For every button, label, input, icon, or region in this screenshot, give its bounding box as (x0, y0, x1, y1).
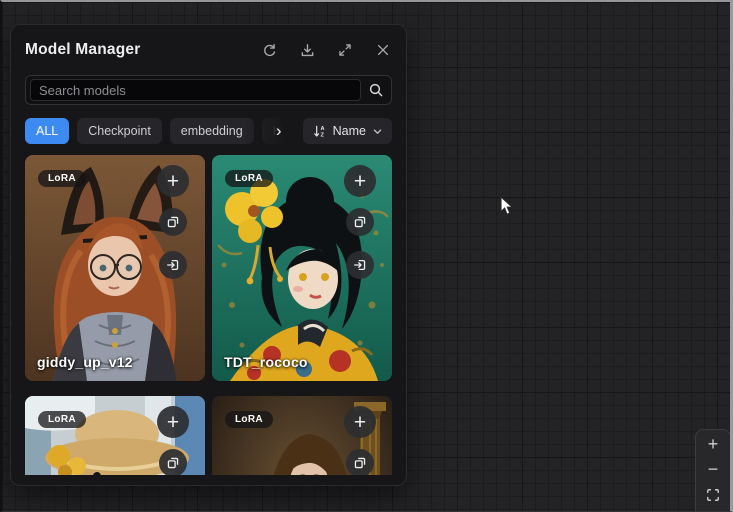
model-card[interactable]: LoRA + (25, 396, 205, 475)
filter-chip-all[interactable]: ALL (25, 118, 69, 144)
filter-chip-embedding[interactable]: embedding (170, 118, 254, 144)
model-name: giddy_up_v12 (37, 354, 133, 370)
filter-chip-checkpoint[interactable]: Checkpoint (77, 118, 162, 144)
model-card[interactable]: LoRA + TDT_rococo (212, 155, 392, 381)
filter-row: ALL Checkpoint embedding Hyper › A Z Nam… (25, 118, 392, 144)
add-model-button[interactable]: + (157, 165, 189, 197)
node-graph-canvas[interactable]: Model Manager (0, 0, 733, 512)
copy-model-button[interactable] (346, 449, 374, 475)
add-model-button[interactable]: + (344, 165, 376, 197)
add-model-button[interactable]: + (157, 406, 189, 438)
load-model-button[interactable] (159, 251, 187, 279)
copy-icon (166, 456, 180, 470)
model-name: TDT_rococo (224, 354, 308, 370)
refresh-icon (262, 43, 277, 58)
copy-icon (353, 215, 367, 229)
download-button[interactable] (298, 41, 316, 59)
fit-view-icon (706, 488, 720, 502)
sort-label: Name (333, 124, 366, 138)
search-input[interactable] (30, 79, 361, 101)
import-icon (166, 258, 180, 272)
load-model-button[interactable] (346, 251, 374, 279)
panel-header-actions (260, 39, 392, 61)
search-button[interactable] (361, 82, 384, 98)
sort-letter-z: Z (320, 132, 324, 138)
search-icon (368, 82, 384, 98)
copy-model-button[interactable] (159, 208, 187, 236)
search-bar (25, 75, 392, 105)
model-card[interactable]: LoRA + (212, 396, 392, 475)
copy-icon (166, 215, 180, 229)
model-type-badge: LoRA (38, 411, 86, 428)
close-icon (376, 43, 390, 57)
canvas-zoom-toolbar: + − (695, 429, 731, 512)
mouse-cursor (500, 196, 514, 216)
model-type-badge: LoRA (38, 170, 86, 187)
zoom-in-button[interactable]: + (696, 432, 730, 457)
fit-view-button[interactable] (696, 482, 730, 507)
expand-icon (338, 43, 352, 57)
model-type-badge: LoRA (225, 170, 273, 187)
copy-icon (353, 456, 367, 470)
close-button[interactable] (374, 41, 392, 59)
import-icon (353, 258, 367, 272)
filter-chips-scroller: ALL Checkpoint embedding Hyper › (25, 118, 295, 144)
toolbar-extra-button[interactable] (696, 507, 730, 512)
add-model-button[interactable]: + (344, 406, 376, 438)
chips-scroll-right-button[interactable]: › (269, 121, 289, 141)
chevron-down-icon (372, 126, 383, 137)
model-type-badge: LoRA (225, 411, 273, 428)
download-icon (300, 43, 315, 58)
sort-letter-a: A (320, 126, 324, 132)
model-manager-panel: Model Manager (10, 24, 407, 486)
model-card[interactable]: LoRA + giddy_up_v12 (25, 155, 205, 381)
sort-dropdown[interactable]: A Z Name (303, 118, 392, 144)
expand-button[interactable] (336, 41, 354, 59)
zoom-out-button[interactable]: − (696, 457, 730, 482)
copy-model-button[interactable] (346, 208, 374, 236)
refresh-button[interactable] (260, 41, 278, 59)
copy-model-button[interactable] (159, 449, 187, 475)
model-card-grid: LoRA + giddy_up_v12 (25, 155, 392, 475)
sort-alpha-icon: A Z (312, 124, 327, 139)
panel-header: Model Manager (25, 39, 392, 61)
